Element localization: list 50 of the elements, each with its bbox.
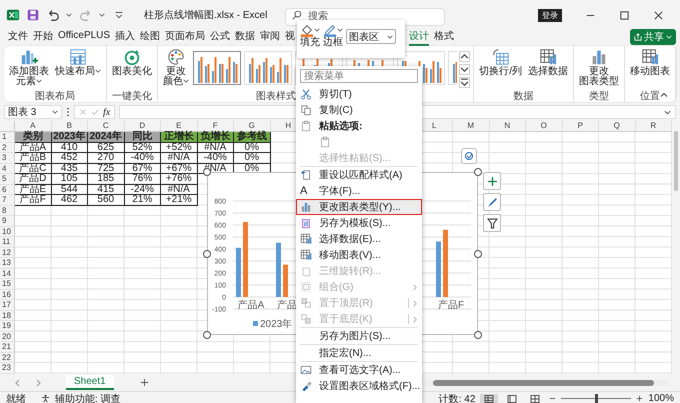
table-cell: 67% — [124, 164, 161, 174]
header-cell: 负增长 — [198, 132, 234, 142]
category-label: 产品F — [438, 300, 464, 311]
table-cell: -40% — [124, 153, 161, 164]
header-cell: 正增长 — [161, 132, 198, 142]
group-label: 一键美化 — [112, 91, 152, 102]
window-title: 柱形点线增幅图.xlsx - Excel — [144, 8, 268, 22]
table-cell: 435 — [52, 164, 88, 174]
table-cell: 21% — [124, 195, 161, 206]
header-cell: 类别 — [15, 132, 52, 142]
table-cell: -40% — [198, 153, 234, 164]
table-cell: 185 — [88, 174, 124, 184]
table-cell: 544 — [52, 184, 88, 195]
table-cell: 0% — [234, 153, 270, 164]
table-cell: 415 — [88, 184, 124, 195]
table-cell: #N/A — [161, 153, 198, 164]
table-cell: +76% — [161, 174, 198, 184]
table-cell: 452 — [52, 153, 88, 164]
group-label: 图表样式 — [256, 91, 296, 102]
header-cell: 参考线 — [234, 132, 270, 142]
table-cell: 560 — [88, 195, 124, 206]
border-label: 边框 — [323, 37, 343, 49]
legend-label: 2023年 — [260, 319, 292, 330]
table-cell: #N/A — [198, 142, 234, 153]
table-cell: +21% — [161, 195, 198, 206]
table-cell: +67% — [161, 164, 198, 174]
table-cell: 625 — [88, 142, 124, 153]
header-cell: 2024年 — [88, 132, 124, 142]
group-label: 类型 — [589, 91, 609, 102]
table-cell: 725 — [88, 164, 124, 174]
header-cell: 2023年 — [52, 132, 88, 142]
status-text: 就绪 — [6, 392, 26, 403]
header-cell: 同比 — [124, 132, 161, 142]
group-label: 位置 — [640, 91, 660, 102]
table-cell: 410 — [52, 142, 88, 153]
table-cell: 0% — [234, 142, 270, 153]
table-cell: 76% — [124, 174, 161, 184]
table-cell: +52% — [161, 142, 198, 153]
fill-label: 填充 — [300, 37, 320, 49]
table-cell: 462 — [52, 195, 88, 206]
table-cell: #N/A — [161, 184, 198, 195]
table-cell: 270 — [88, 153, 124, 164]
category-label: 产品A — [238, 300, 264, 311]
count-text: 计数: 42 — [438, 392, 476, 403]
group-label: 数据 — [514, 91, 534, 102]
font-glyph: A — [300, 185, 308, 197]
group-label: 图表布局 — [35, 91, 75, 102]
table-cell: 52% — [124, 142, 161, 153]
table-cell: 105 — [52, 174, 88, 184]
table-cell: -24% — [124, 184, 161, 195]
